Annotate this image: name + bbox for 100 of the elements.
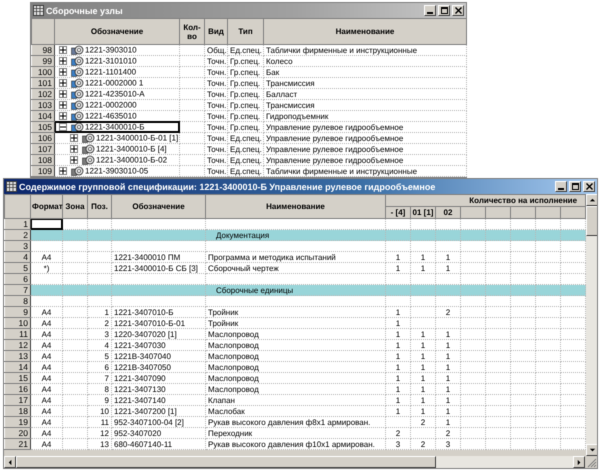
table-cell: Управление рулевое гидрообъемное	[264, 132, 466, 144]
column-header[interactable]: Обозначение	[54, 18, 180, 44]
designation-text: 1221-3101010	[85, 56, 137, 66]
assembly-icon	[71, 100, 84, 110]
resize-grip-icon[interactable]	[587, 458, 597, 468]
table-cell: Управление рулевое гидрообъемное	[264, 144, 466, 154]
table-cell[interactable]: 1221-3101010	[54, 56, 180, 66]
table-cell[interactable]: 1221-1101400	[54, 66, 180, 78]
designation-text: 1221-3400010-Б-01 [1]	[96, 134, 178, 142]
column-header[interactable]: Наименование	[206, 194, 386, 218]
table-grid-icon	[6, 181, 17, 192]
designation-text: 1221-1101400	[85, 68, 136, 76]
plus-icon	[60, 69, 66, 75]
designation-text: 1221-0002000	[85, 100, 137, 110]
designation-text: 1221-4235010-А	[85, 90, 145, 98]
table-grid-icon	[33, 5, 44, 16]
table-cell: Маслопровод	[206, 350, 386, 362]
table-cell[interactable]: 1221-3400010-Б	[54, 122, 180, 132]
column-header[interactable]: Кол-во	[180, 18, 204, 44]
table-cell: 1221-3407200 [1]	[112, 406, 206, 416]
assembly-icon	[71, 78, 84, 88]
table-cell[interactable]: 1221-3400010-Б [4]	[54, 144, 180, 154]
right-arrow-icon	[576, 458, 582, 466]
table-cell: Трансмиссия	[264, 78, 466, 88]
table-cell: Программа и методика испытаний	[206, 252, 386, 262]
minimize-button[interactable]	[555, 181, 567, 192]
row-number: 4	[4, 252, 30, 262]
row-number: 20	[4, 428, 30, 438]
expand-toggle[interactable]	[59, 57, 67, 65]
table-cell: Таблички фирменные и инструкционные	[264, 44, 466, 56]
expand-toggle[interactable]	[59, 112, 67, 120]
column-header[interactable]: Тип	[228, 18, 264, 44]
table-cell: 1221-3400010-Б СБ [3]	[112, 262, 206, 274]
expand-toggle[interactable]	[59, 79, 67, 87]
expand-toggle[interactable]	[70, 134, 78, 142]
table-cell: 1221-3407010-Б	[112, 306, 206, 318]
row-number: 16	[4, 384, 30, 394]
table-cell: Маслопровод	[206, 372, 386, 384]
table-cell: Управление рулевое гидрообъемное	[264, 122, 466, 132]
plus-icon	[71, 146, 77, 152]
table-cell[interactable]: 1221-3903010-05	[54, 166, 180, 176]
table-cell: 1221-3400010 ПМ	[112, 252, 206, 262]
row-number: 2	[4, 230, 30, 240]
scroll-down-button[interactable]	[586, 444, 597, 456]
row-number: 106	[32, 132, 54, 144]
table-cell[interactable]: 1221-0002000 1	[54, 78, 180, 88]
table-cell[interactable]: 1221-3903010	[54, 44, 180, 56]
expand-toggle[interactable]	[70, 145, 78, 153]
table-cell: Сборочный чертеж	[206, 262, 386, 274]
maximize-button[interactable]	[569, 181, 581, 192]
expand-toggle[interactable]	[59, 123, 67, 131]
designation-text: 1221-0002000 1	[85, 78, 144, 88]
assembly-icon	[82, 144, 95, 154]
assembly-icon	[71, 89, 84, 99]
row-number: 101	[32, 78, 54, 88]
expand-toggle[interactable]	[59, 90, 67, 98]
close-button[interactable]	[452, 5, 464, 16]
horizontal-scrollbar[interactable]	[4, 456, 585, 468]
table-cell: Гидроподъемник	[264, 110, 466, 122]
column-header[interactable]: Наименование	[264, 18, 466, 44]
column-header[interactable]: Формат	[30, 194, 62, 218]
scroll-right-button[interactable]	[573, 456, 585, 468]
close-icon	[586, 183, 592, 190]
expand-toggle[interactable]	[59, 68, 67, 76]
scroll-left-button[interactable]	[4, 456, 16, 468]
table-cell: Маслопровод	[206, 384, 386, 394]
scroll-thumb[interactable]	[16, 456, 436, 468]
table-cell[interactable]: 1221-4635010	[54, 110, 180, 122]
minimize-button[interactable]	[424, 5, 436, 16]
column-header[interactable]: Вид	[204, 18, 228, 44]
scroll-up-button[interactable]	[586, 194, 597, 206]
expand-toggle[interactable]	[59, 167, 67, 175]
expand-toggle[interactable]	[70, 156, 78, 164]
close-button[interactable]	[583, 181, 595, 192]
plus-icon	[71, 135, 77, 141]
window-title: Сборочные узлы	[46, 6, 124, 16]
table-cell: 1220-3407020 [1]	[112, 328, 206, 340]
assembly-icon	[82, 133, 95, 143]
scroll-thumb[interactable]	[586, 206, 597, 236]
designation-text: 1221-3400010-Б	[85, 122, 145, 132]
expand-toggle[interactable]	[59, 101, 67, 109]
assembly-icon	[71, 67, 84, 77]
row-number: 18	[4, 406, 30, 416]
row-number: 19	[4, 416, 30, 428]
table-cell: 1221-3407030	[112, 340, 206, 350]
table-cell[interactable]: 1221-0002000	[54, 100, 180, 110]
maximize-button[interactable]	[438, 5, 450, 16]
expand-toggle[interactable]	[59, 46, 67, 54]
table-cell[interactable]: 1221-3400010-Б-02	[54, 154, 180, 166]
table-cell[interactable]: 1221-3400010-Б-01 [1]	[54, 132, 180, 144]
row-number: 13	[4, 350, 30, 362]
vertical-scrollbar[interactable]	[586, 194, 597, 456]
column-header[interactable]: Зона	[62, 194, 88, 218]
table-cell: Маслобак	[206, 406, 386, 416]
column-header[interactable]: Обозначение	[112, 194, 206, 218]
plus-icon	[60, 168, 66, 174]
table-cell[interactable]: 1221-4235010-А	[54, 88, 180, 100]
column-header[interactable]: Поз.	[88, 194, 112, 218]
table-cell: Маслопровод	[206, 362, 386, 372]
row-number: 1	[4, 218, 30, 230]
